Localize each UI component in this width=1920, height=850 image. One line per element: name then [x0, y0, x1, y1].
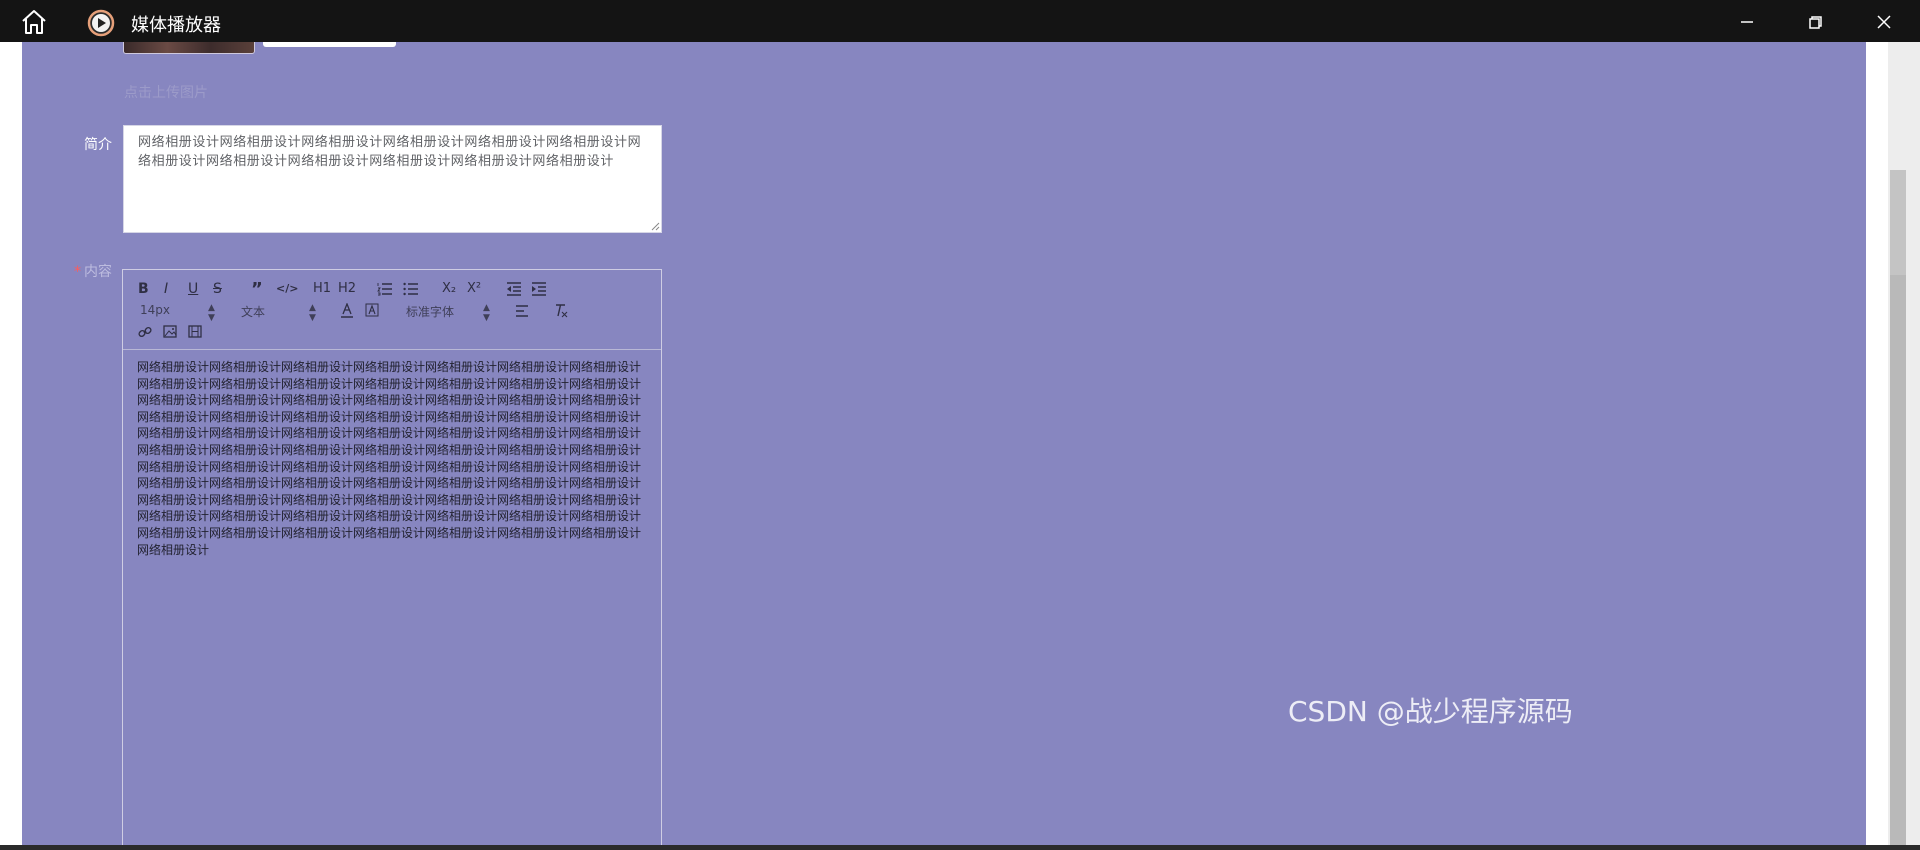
ordered-list-icon[interactable] — [377, 282, 393, 296]
text-type-value: 文本 — [241, 305, 266, 319]
strike-button[interactable]: S — [213, 281, 222, 297]
select-arrow-icon: ▲ ▼ — [483, 303, 490, 323]
upload-button[interactable] — [263, 42, 396, 47]
home-icon[interactable] — [20, 9, 48, 35]
background-color-icon[interactable] — [365, 303, 379, 318]
text-type-select[interactable]: 文本 ▲ ▼ — [241, 303, 316, 323]
intro-text: 网络相册设计网络相册设计网络相册设计网络相册设计网络相册设计网络相册设计网络相册… — [138, 135, 642, 169]
intro-label: 简介 — [84, 137, 112, 153]
watermark: CSDN @战少程序源码 — [1288, 695, 1573, 728]
upload-hint: 点击上传图片 — [124, 85, 208, 101]
image-icon[interactable] — [163, 325, 177, 338]
indent-icon[interactable] — [531, 282, 547, 296]
window-title: 媒体播放器 — [131, 15, 221, 36]
left-gutter — [0, 42, 22, 845]
play-icon — [87, 9, 115, 37]
font-family-value: 标准字体 — [406, 305, 455, 319]
title-bar: 媒体播放器 — [0, 0, 1920, 42]
font-size-value: 14px — [140, 303, 170, 317]
bullet-list-icon[interactable] — [403, 282, 419, 296]
blockquote-button[interactable]: ” — [251, 279, 263, 300]
minimize-icon[interactable] — [1733, 8, 1761, 36]
editor-body[interactable]: 网络相册设计网络相册设计网络相册设计网络相册设计网络相册设计网络相册设计网络相册… — [137, 359, 647, 558]
superscript-button[interactable]: X² — [467, 281, 481, 296]
select-arrow-icon: ▲ ▼ — [208, 303, 215, 323]
content-label: * 内容 — [52, 261, 112, 281]
underline-button[interactable]: U — [188, 281, 198, 297]
clear-format-icon[interactable] — [553, 303, 568, 318]
font-color-icon[interactable] — [340, 303, 354, 318]
uploaded-image-thumbnail[interactable] — [123, 42, 255, 54]
outdent-icon[interactable] — [506, 282, 522, 296]
bold-button[interactable]: B — [138, 281, 149, 297]
required-mark: * — [74, 264, 81, 280]
intro-textarea[interactable]: 网络相册设计网络相册设计网络相册设计网络相册设计网络相册设计网络相册设计网络相册… — [123, 125, 662, 233]
right-gutter — [1866, 42, 1888, 845]
maximize-icon[interactable] — [1801, 8, 1829, 36]
video-icon[interactable] — [188, 325, 202, 338]
subscript-button[interactable]: X₂ — [442, 281, 456, 296]
page-content: 点击上传图片 简介 网络相册设计网络相册设计网络相册设计网络相册设计网络相册设计… — [22, 42, 1866, 845]
scrollbar-thumb[interactable] — [1890, 275, 1906, 845]
bottom-border — [0, 845, 1920, 850]
link-icon[interactable] — [138, 325, 152, 339]
italic-button[interactable]: I — [164, 281, 168, 297]
font-size-select[interactable]: 14px ▲ ▼ — [140, 303, 215, 323]
h1-button[interactable]: H1 — [313, 281, 331, 296]
close-icon[interactable] — [1870, 8, 1898, 36]
h2-button[interactable]: H2 — [338, 281, 356, 296]
select-arrow-icon: ▲ ▼ — [309, 303, 316, 323]
code-button[interactable]: </> — [276, 282, 298, 295]
content-label-text: 内容 — [84, 264, 112, 280]
rich-text-editor: B I U S ” </> H1 H2 X₂ X² 14px ▲ ▼ 文本 ▲ ▼ — [122, 269, 662, 845]
resize-handle-icon[interactable] — [651, 222, 660, 231]
align-icon[interactable] — [515, 305, 529, 317]
font-family-select[interactable]: 标准字体 ▲ ▼ — [406, 303, 491, 323]
editor-toolbar: B I U S ” </> H1 H2 X₂ X² 14px ▲ ▼ 文本 ▲ ▼ — [123, 270, 661, 350]
